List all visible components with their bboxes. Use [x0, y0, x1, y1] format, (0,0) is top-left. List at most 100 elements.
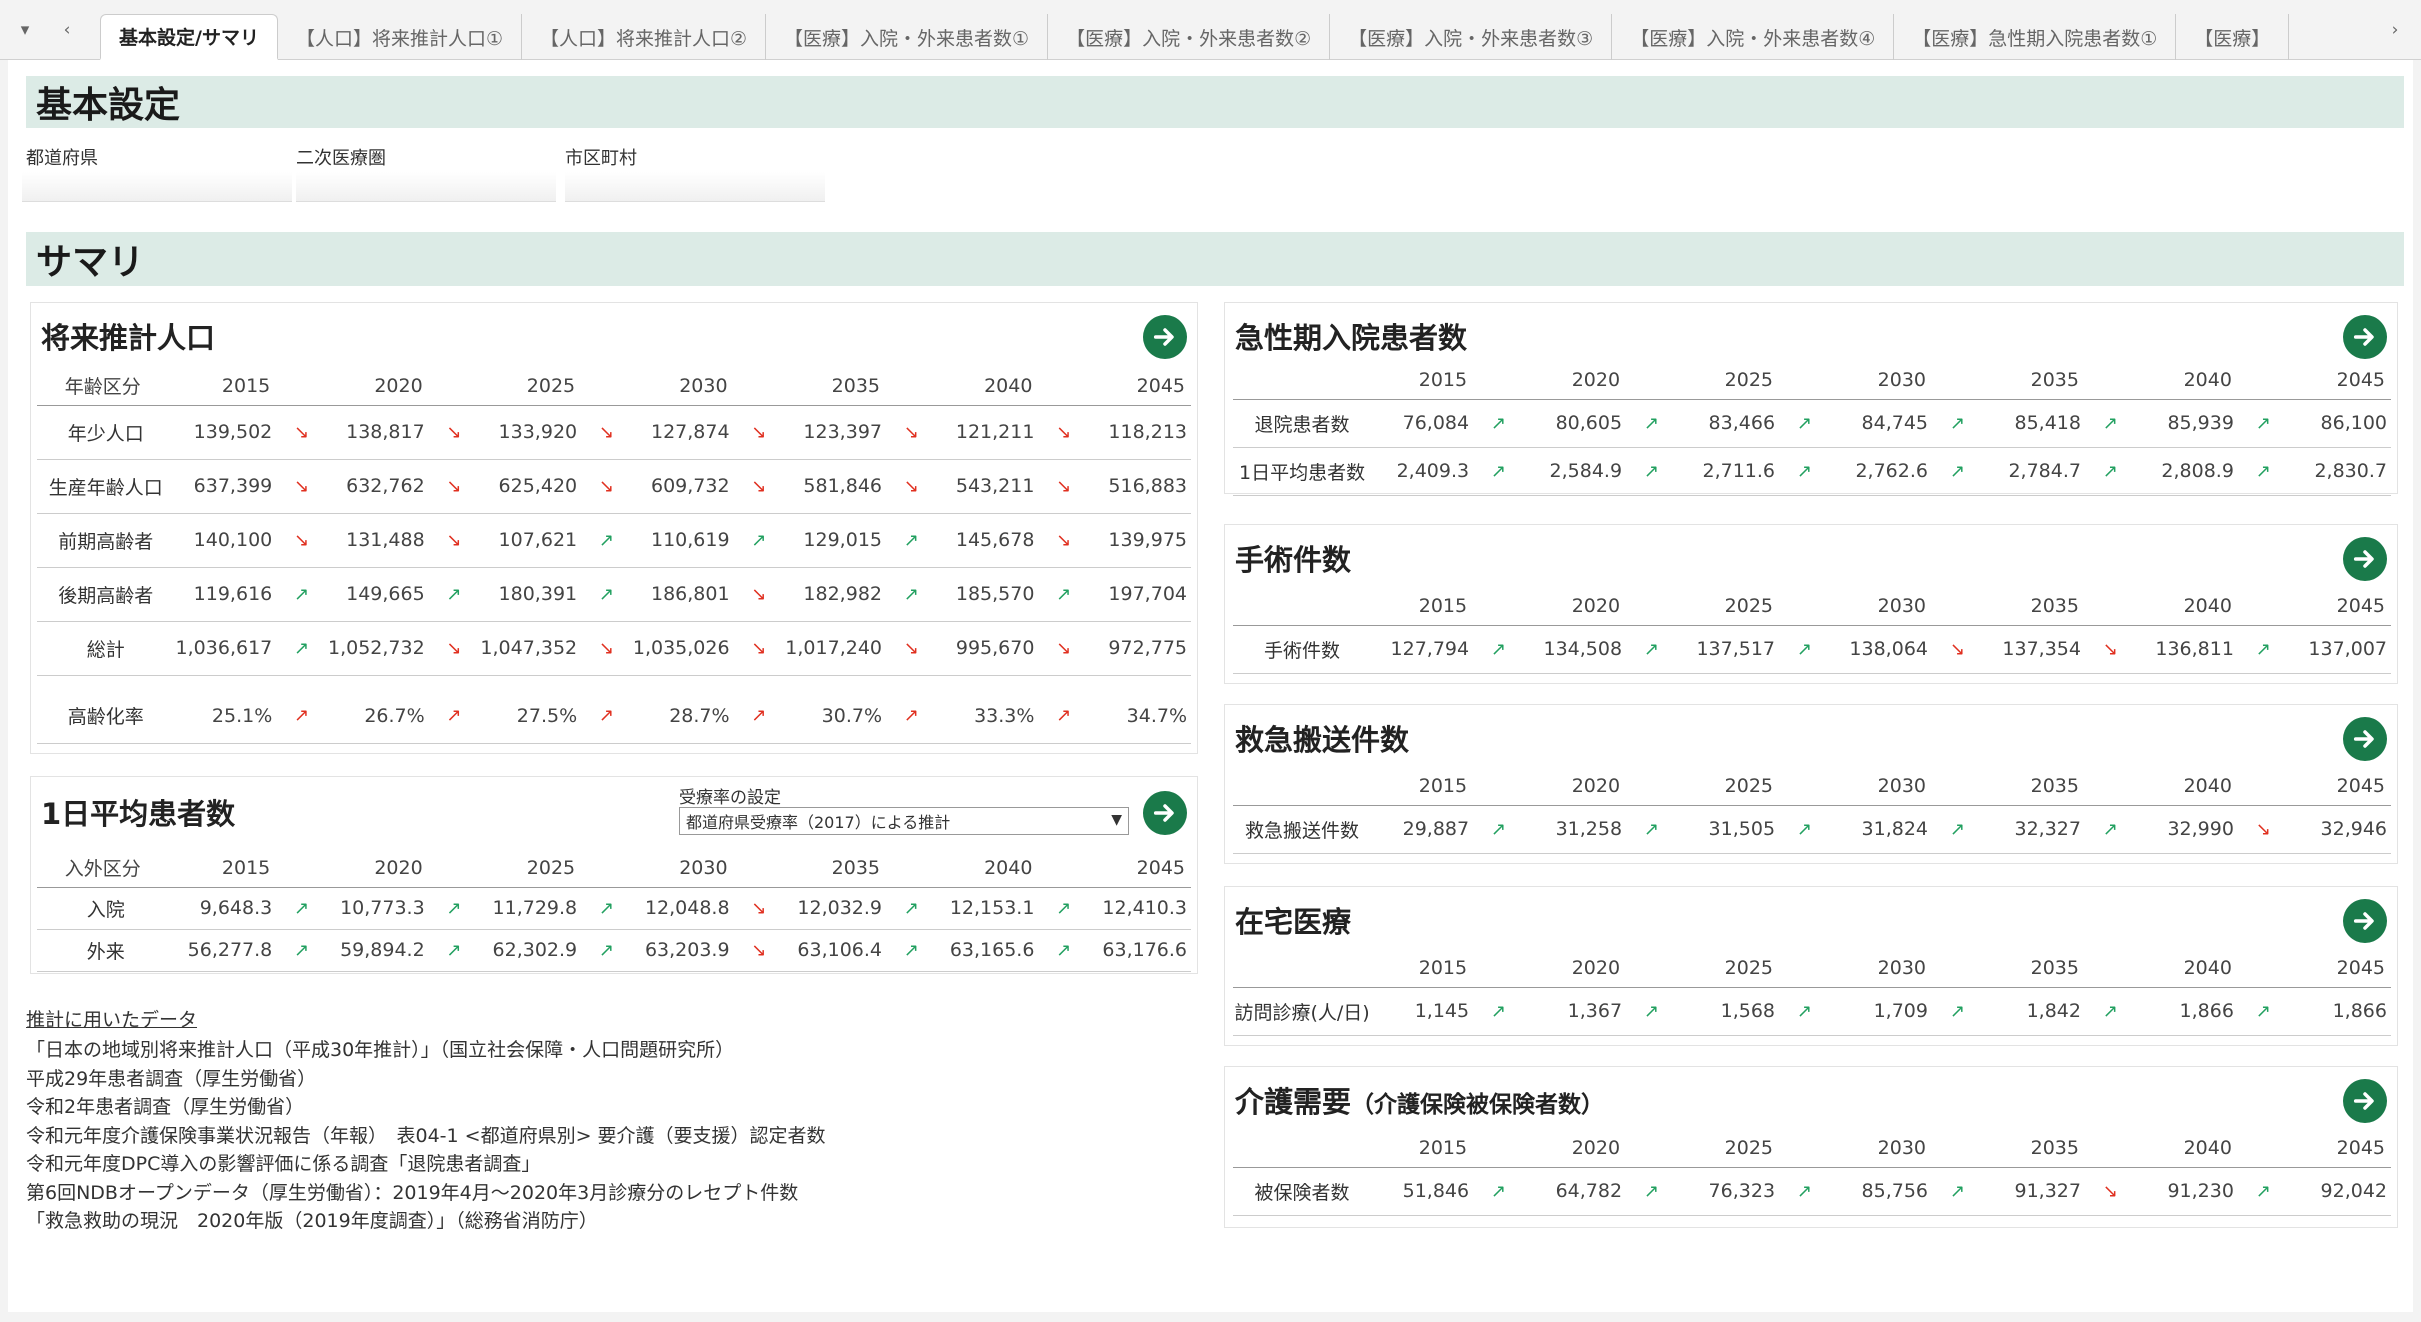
table-row: 入院 9,648.3 ↗ 10,773.3 ↗ 11,729.8 ↗ 12,048.8 ↘ 12,…: [37, 887, 1191, 930]
trend-up-arrow-icon: ↗: [1932, 805, 1983, 854]
prefecture-field[interactable]: [22, 172, 292, 202]
value-cell: 136,811: [2135, 625, 2238, 674]
value-cell: 51,846: [1371, 1167, 1474, 1216]
year-header: 2030: [1830, 587, 1932, 626]
acute-go-arrow-icon[interactable]: [2343, 315, 2387, 359]
trend-up-arrow-icon: ↗: [1779, 805, 1831, 854]
trend-up-arrow-icon: ↗: [733, 513, 785, 568]
value-cell: 31,258: [1524, 805, 1627, 854]
sheet-tab-8[interactable]: 【医療】: [2176, 14, 2290, 60]
value-cell: 137,354: [1982, 625, 2085, 674]
value-cell: 28.7%: [631, 689, 734, 744]
header-spacer: [886, 367, 937, 406]
homecare-go-arrow-icon[interactable]: [2343, 899, 2387, 943]
trend-up-arrow-icon: ↗: [1038, 689, 1090, 744]
header-spacer: [2237, 361, 2289, 400]
note-line: 平成29年患者調査（厚生労働省）: [26, 1067, 317, 1090]
value-cell: 129,015: [784, 513, 886, 568]
emergency-title: 救急搬送件数: [1235, 723, 1410, 757]
table-row: 手術件数 127,794 ↗ 134,508 ↗ 137,517 ↗ 138,064 ↘ 137,…: [1233, 625, 2391, 674]
trend-down-arrow-icon: ↘: [276, 405, 328, 460]
row-header-label: 年齢区分: [37, 367, 175, 406]
trend-up-arrow-icon: ↗: [1473, 805, 1525, 854]
sheet-tab-6[interactable]: 【医療】入院・外来患者数④: [1612, 14, 1895, 60]
rate-setting-value: 都道府県受療率（2017）による推計: [686, 813, 951, 832]
surgery-go-arrow-icon[interactable]: [2343, 537, 2387, 581]
value-cell: 1,047,352: [479, 621, 582, 676]
city-field[interactable]: [565, 172, 825, 202]
daily-go-arrow-icon[interactable]: [1143, 791, 1187, 835]
tab-scroll-right-icon[interactable]: ›: [2378, 14, 2412, 46]
year-header: 2035: [784, 849, 886, 888]
care-go-arrow-icon[interactable]: [2343, 1079, 2387, 1123]
header-spacer: [733, 849, 785, 888]
year-header: 2020: [1524, 587, 1627, 626]
notes-title[interactable]: 推計に用いたデータ: [26, 1005, 197, 1032]
header-spacer: [2084, 361, 2136, 400]
trend-down-arrow-icon: ↘: [2237, 805, 2289, 854]
area-field[interactable]: [296, 172, 556, 202]
value-cell: 85,756: [1830, 1167, 1932, 1216]
table-row: 前期高齢者 140,100 ↘ 131,488 ↘ 107,621 ↗ 110,619 ↗ 129…: [37, 513, 1191, 568]
year-header-row: 2015 2020 2025 2030 2035 2040 2045: [1233, 1129, 2391, 1168]
value-cell: 1,035,026: [631, 621, 734, 676]
value-cell: 63,106.4: [784, 929, 886, 972]
rate-setting-select[interactable]: 都道府県受療率（2017）による推計 ▼: [679, 807, 1129, 835]
header-spacer: [1779, 767, 1831, 806]
trend-down-arrow-icon: ↘: [1038, 621, 1090, 676]
value-cell: 2,409.3: [1371, 447, 1474, 496]
value-cell: 83,466: [1677, 399, 1780, 448]
tab-scroll-left-icon[interactable]: ‹: [50, 14, 84, 46]
trend-down-arrow-icon: ↘: [2084, 625, 2136, 674]
year-header: 2025: [1677, 361, 1780, 400]
value-cell: 1,842: [1982, 987, 2085, 1036]
header-spacer: [1473, 1129, 1525, 1168]
trend-up-arrow-icon: ↗: [276, 689, 328, 744]
sheet-tab-1[interactable]: 【人口】将来推計人口①: [278, 14, 522, 60]
table-row: 1日平均患者数 2,409.3 ↗ 2,584.9 ↗ 2,711.6 ↗ 2,762.6 ↗ 2…: [1233, 447, 2391, 496]
tab-menu-chevron-down-icon[interactable]: ▾: [8, 14, 42, 46]
year-header: 2020: [1524, 1129, 1627, 1168]
year-header: 2015: [1371, 949, 1474, 988]
value-cell: 10,773.3: [327, 887, 429, 930]
year-header: 2025: [1677, 767, 1780, 806]
trend-up-arrow-icon: ↗: [1473, 447, 1525, 496]
sheet-tab-0[interactable]: 基本設定/サマリ: [100, 14, 278, 60]
emergency-go-arrow-icon[interactable]: [2343, 717, 2387, 761]
value-cell: 127,874: [631, 405, 734, 460]
sheet-tab-2[interactable]: 【人口】将来推計人口②: [522, 14, 767, 60]
trend-up-arrow-icon: ↗: [581, 689, 632, 744]
year-header: 2045: [1089, 849, 1191, 888]
trend-down-arrow-icon: ↘: [428, 459, 480, 514]
surgery-card: 手術件数 2015 2020 2025 2030 2035 2040 2045 手術件数 127…: [1224, 524, 2398, 684]
table-row: 年少人口 139,502 ↘ 138,817 ↘ 133,920 ↘ 127,874 ↘ 123,…: [37, 405, 1191, 460]
sheet-tab-7[interactable]: 【医療】急性期入院患者数①: [1894, 14, 2177, 60]
care-title-main: 介護需要: [1235, 1085, 1352, 1119]
trend-down-arrow-icon: ↘: [2084, 1167, 2136, 1216]
year-header: 2015: [1371, 587, 1474, 626]
sheet-tab-3[interactable]: 【医療】入院・外来患者数①: [766, 14, 1049, 60]
year-header: 2035: [1982, 949, 2085, 988]
area-label: 二次医療圏: [296, 148, 386, 169]
trend-up-arrow-icon: ↗: [1932, 447, 1983, 496]
year-header: 2020: [1524, 361, 1627, 400]
sheet-tab-5[interactable]: 【医療】入院・外来患者数③: [1330, 14, 1613, 60]
value-cell: 32,327: [1982, 805, 2085, 854]
note-line: 令和元年度DPC導入の影響評価に係る調査「退院患者調査」: [26, 1153, 541, 1175]
header-spacer: [2084, 949, 2136, 988]
trend-up-arrow-icon: ↗: [1038, 929, 1090, 972]
header-spacer: [2237, 587, 2289, 626]
year-header: 2025: [1677, 1129, 1780, 1168]
trend-up-arrow-icon: ↗: [1932, 399, 1983, 448]
value-cell: 12,153.1: [936, 887, 1039, 930]
header-spacer: [1932, 361, 1983, 400]
sheet-tab-4[interactable]: 【医療】入院・外来患者数②: [1048, 14, 1331, 60]
trend-up-arrow-icon: ↗: [581, 887, 632, 930]
year-header: 2040: [2135, 361, 2238, 400]
header-spacer: [2237, 767, 2289, 806]
trend-up-arrow-icon: ↗: [1038, 567, 1090, 622]
window: ▾ ‹ 基本設定/サマリ 【人口】将来推計人口① 【人口】将来推計人口② 【医療】入院…: [0, 0, 2421, 1322]
trend-up-arrow-icon: ↗: [1626, 399, 1678, 448]
population-go-arrow-icon[interactable]: [1143, 315, 1187, 359]
value-cell: 80,605: [1524, 399, 1627, 448]
